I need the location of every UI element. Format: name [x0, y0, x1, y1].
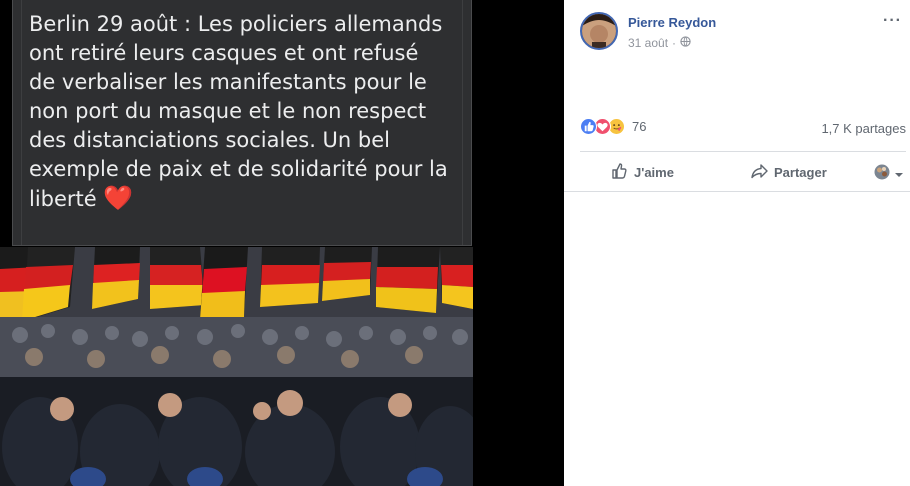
- globe-icon: [680, 36, 691, 50]
- thumbs-up-icon: [610, 162, 628, 183]
- like-button[interactable]: J'aime: [610, 162, 674, 183]
- action-bar: J'aime Partager: [580, 152, 906, 190]
- post-date[interactable]: 31 août: [628, 36, 668, 50]
- post-side-panel: Pierre Reydon 31 août · ··· 76 1,7 K par…: [564, 0, 910, 486]
- caption-text: Berlin 29 août : Les policiers allemands…: [29, 10, 449, 214]
- author-avatar[interactable]: [580, 12, 618, 50]
- heart-emoji: ❤️: [103, 184, 134, 212]
- shares-count[interactable]: 1,7 K partages: [821, 121, 906, 136]
- author-name[interactable]: Pierre Reydon: [628, 15, 716, 30]
- caption-image-box: Berlin 29 août : Les policiers allemands…: [12, 0, 472, 246]
- reactions-summary[interactable]: 76: [580, 118, 646, 135]
- divider: [564, 191, 910, 192]
- protest-photo: [0, 247, 473, 486]
- chevron-down-icon: [894, 166, 904, 184]
- reaction-count: 76: [632, 119, 647, 134]
- like-reaction-icon: [580, 118, 597, 135]
- share-arrow-icon: [750, 162, 768, 183]
- caption-body: Berlin 29 août : Les policiers allemands…: [29, 12, 448, 211]
- post-media[interactable]: Berlin 29 août : Les policiers allemands…: [0, 0, 564, 486]
- like-label: J'aime: [634, 165, 674, 180]
- post-meta: 31 août ·: [628, 36, 691, 50]
- share-button[interactable]: Partager: [750, 162, 827, 183]
- share-label: Partager: [774, 165, 827, 180]
- audience-selector-icon: [874, 164, 890, 185]
- audience-selector[interactable]: [874, 164, 904, 185]
- meta-separator: ·: [672, 36, 677, 50]
- more-icon[interactable]: ···: [883, 12, 902, 30]
